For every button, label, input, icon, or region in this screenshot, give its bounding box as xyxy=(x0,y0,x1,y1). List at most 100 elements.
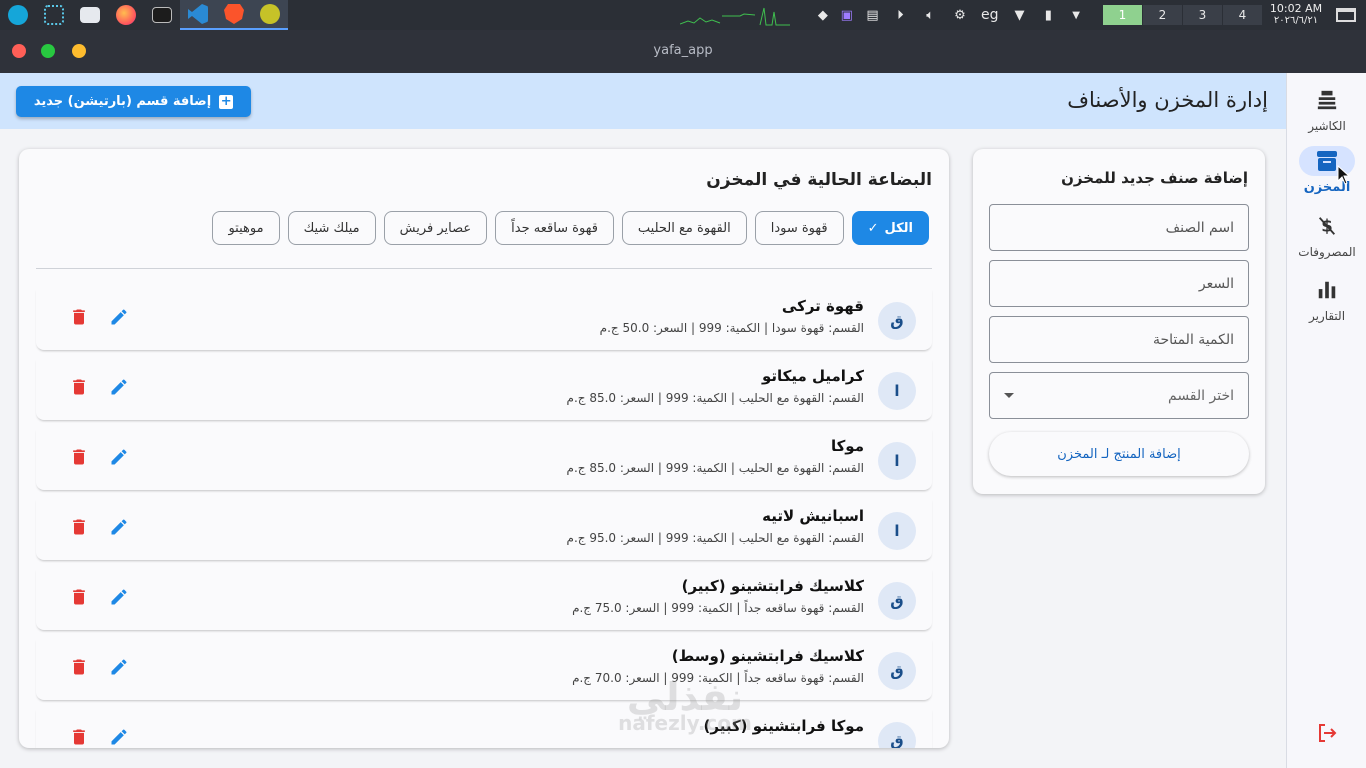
delete-button[interactable] xyxy=(66,516,92,542)
inventory-item[interactable]: ق كلاسيك فرابتشينو (وسط) القسم: قهوة ساقعه… xyxy=(36,638,932,700)
settings-gear-icon[interactable]: ⚙ xyxy=(945,8,975,23)
nav-item-inventory[interactable]: المخزن xyxy=(1287,146,1366,195)
item-avatar: ا xyxy=(878,442,916,480)
clock[interactable]: 10:02 AM ٢٠٢٦/٦/٢١ xyxy=(1268,3,1324,27)
delete-button[interactable] xyxy=(66,376,92,402)
nav-item-reports[interactable]: التقارير xyxy=(1287,275,1366,323)
trash-icon xyxy=(69,447,89,471)
check-icon: ✓ xyxy=(867,220,879,236)
edit-pencil-icon xyxy=(109,517,129,541)
filter-chip-all[interactable]: الكل ✓ xyxy=(851,211,929,245)
filter-chip-iced-coffee[interactable]: قهوة ساقعه جداً xyxy=(495,211,614,245)
nav-item-expenses[interactable]: $ المصروفات xyxy=(1287,211,1366,260)
logout-icon xyxy=(1319,724,1337,742)
edit-pencil-icon xyxy=(109,657,129,681)
delete-button[interactable] xyxy=(66,586,92,612)
nav-label-inventory: المخزن xyxy=(1303,180,1351,195)
logout-button[interactable] xyxy=(1315,721,1339,745)
workspace-4[interactable]: 4 xyxy=(1223,5,1263,25)
item-avatar: ق xyxy=(878,722,916,748)
edit-button[interactable] xyxy=(106,306,132,332)
delete-button[interactable] xyxy=(66,656,92,682)
wps-icon[interactable] xyxy=(252,0,288,30)
add-item-card: إضافة صنف جديد للمخزن اختر القسم إضافة ا… xyxy=(973,149,1265,494)
edit-button[interactable] xyxy=(106,446,132,472)
item-details: القسم: قهوة ساقعه جداً | الكمية: 999 | ا… xyxy=(572,601,864,615)
brave-icon[interactable] xyxy=(216,0,252,30)
item-name: كراميل ميكاتو xyxy=(761,367,864,385)
battery-icon[interactable]: ▮ xyxy=(1034,8,1062,23)
nav-label-reports: التقارير xyxy=(1308,309,1346,323)
firefox-icon[interactable] xyxy=(108,0,144,30)
item-name: كلاسيك فرابتشينو (كبير) xyxy=(681,577,864,595)
trash-icon xyxy=(69,587,89,611)
edit-button[interactable] xyxy=(106,586,132,612)
clipboard-icon[interactable]: ▤ xyxy=(860,8,886,23)
filter-chip-milk-coffee[interactable]: القهوة مع الحليب xyxy=(621,211,747,245)
item-avatar: ق xyxy=(878,652,916,690)
quantity-input[interactable] xyxy=(989,316,1249,363)
add-item-title: إضافة صنف جديد للمخزن xyxy=(1061,169,1248,187)
filter-chip-black-coffee[interactable]: قهوة سودا xyxy=(754,211,844,245)
media-play-icon[interactable]: ⏵ xyxy=(885,8,915,23)
item-name: قهوة تركى xyxy=(781,297,864,315)
edit-button[interactable] xyxy=(106,516,132,542)
network-app-icon[interactable] xyxy=(36,0,72,30)
keyboard-layout[interactable]: eg xyxy=(975,7,1005,23)
price-input[interactable] xyxy=(989,260,1249,307)
trash-icon xyxy=(69,377,89,401)
window-title: yafa_app xyxy=(653,43,713,58)
workspace-2[interactable]: 2 xyxy=(1143,5,1183,25)
inventory-item[interactable]: ا موكا القسم: القهوة مع الحليب | الكمية: 9… xyxy=(36,428,932,490)
files-icon[interactable] xyxy=(72,0,108,30)
inventory-item[interactable]: ا اسبانيش لاتيه القسم: القهوة مع الحليب | … xyxy=(36,498,932,560)
system-monitor-graph xyxy=(680,7,790,26)
item-name-input[interactable] xyxy=(989,204,1249,251)
edit-button[interactable] xyxy=(106,726,132,748)
wifi-icon[interactable]: ▼ xyxy=(1005,8,1035,23)
window-titlebar: yafa_app xyxy=(0,30,1366,73)
screen-icon[interactable]: ▣ xyxy=(834,8,860,23)
cash-register-icon xyxy=(1299,85,1355,115)
add-section-button[interactable]: + إضافة قسم (بارتيشن) جديد xyxy=(16,86,251,117)
edit-pencil-icon xyxy=(109,447,129,471)
zorin-menu-icon[interactable] xyxy=(0,0,36,30)
delete-button[interactable] xyxy=(66,306,92,332)
terminal-icon[interactable] xyxy=(144,0,180,30)
money-off-icon: $ xyxy=(1299,211,1355,241)
item-avatar: ا xyxy=(878,372,916,410)
item-details: القسم: القهوة مع الحليب | الكمية: 999 | … xyxy=(566,531,864,545)
dropdown-caret-icon xyxy=(1004,393,1014,398)
add-section-label: إضافة قسم (بارتيشن) جديد xyxy=(33,94,212,109)
trash-icon xyxy=(69,657,89,681)
inventory-item[interactable]: ق قهوة تركى القسم: قهوة سودا | الكمية: 999… xyxy=(36,288,932,350)
bird-icon[interactable]: ◆ xyxy=(812,8,834,23)
edit-button[interactable] xyxy=(106,376,132,402)
nav-item-cashier[interactable]: الكاشير xyxy=(1287,85,1366,133)
filter-chip-fresh-juices[interactable]: عصاير فريش xyxy=(383,211,488,245)
volume-icon[interactable]: 🔈︎ xyxy=(915,8,945,23)
workspace-1[interactable]: 1 xyxy=(1103,5,1143,25)
delete-button[interactable] xyxy=(66,446,92,472)
add-product-button[interactable]: إضافة المنتج لـ المخزن xyxy=(989,432,1249,476)
category-select[interactable]: اختر القسم xyxy=(989,372,1249,419)
inventory-item[interactable]: ق كلاسيك فرابتشينو (كبير) القسم: قهوة ساقع… xyxy=(36,568,932,630)
item-details: القسم: قهوة ساقعه جداً | الكمية: 999 | ا… xyxy=(572,671,864,685)
nav-label-cashier: الكاشير xyxy=(1308,119,1346,133)
filter-chip-mojito[interactable]: موهيتو xyxy=(212,211,280,245)
inventory-item[interactable]: ق موكا فرابتشينو (كبير) xyxy=(36,708,932,748)
edit-button[interactable] xyxy=(106,656,132,682)
show-desktop-icon[interactable] xyxy=(1336,8,1356,22)
tray-expand-icon[interactable]: ▼ xyxy=(1062,10,1090,21)
item-details: القسم: القهوة مع الحليب | الكمية: 999 | … xyxy=(566,391,864,405)
page-header: إدارة المخزن والأصناف + إضافة قسم (بارتي… xyxy=(0,73,1286,129)
inventory-item[interactable]: ا كراميل ميكاتو القسم: القهوة مع الحليب | … xyxy=(36,358,932,420)
vscode-icon[interactable] xyxy=(180,0,216,30)
delete-button[interactable] xyxy=(66,726,92,748)
workspace-3[interactable]: 3 xyxy=(1183,5,1223,25)
trash-icon xyxy=(69,727,89,748)
filter-chip-milkshake[interactable]: ميلك شيك xyxy=(287,211,376,245)
filter-chip-label: الكل xyxy=(884,220,913,236)
os-taskbar: ◆ ▣ ▤ ⏵ 🔈︎ ⚙ eg ▼ ▮ ▼ 1 2 3 4 10:02 AM ٢… xyxy=(0,0,1366,30)
nav-label-expenses: المصروفات xyxy=(1298,245,1356,259)
